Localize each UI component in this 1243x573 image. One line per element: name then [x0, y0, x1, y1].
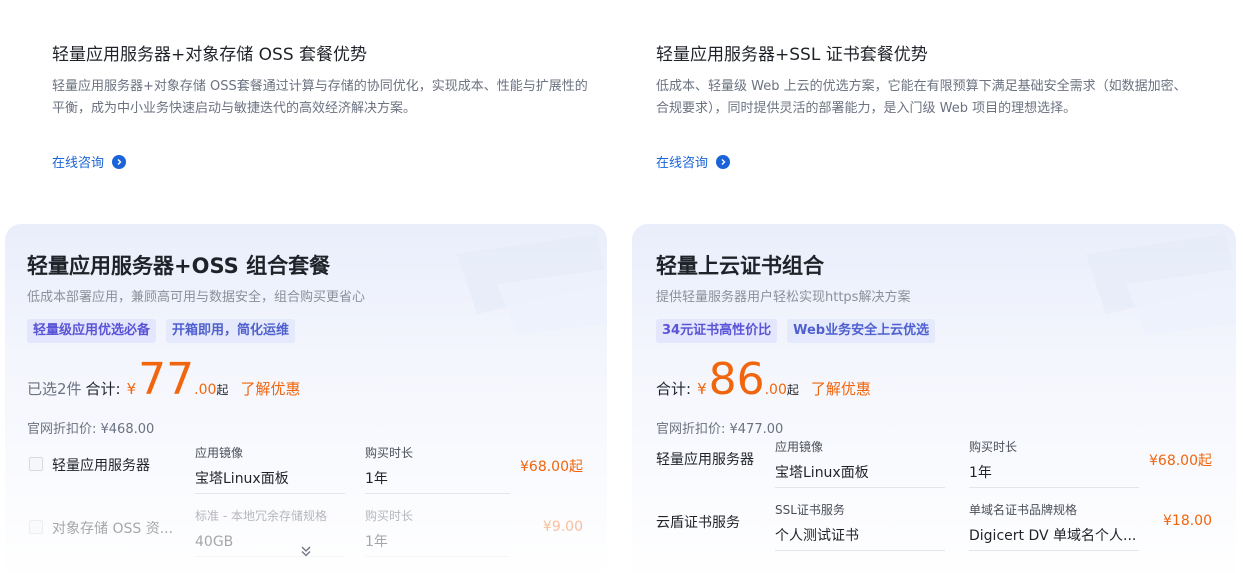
price-decimal: .00	[764, 382, 787, 398]
consult-link[interactable]: 在线咨询	[52, 152, 127, 171]
field-label: 单域名证书品牌规格	[969, 503, 1078, 517]
field-label: 购买时长	[365, 446, 414, 460]
item-checkbox[interactable]	[29, 520, 43, 534]
field-value: Digicert DV 单域名个人...	[969, 525, 1139, 551]
currency-symbol: ¥	[697, 380, 707, 398]
decorative-pattern	[457, 234, 607, 334]
tag: 34元证书高性价比	[656, 319, 778, 343]
total-label: 合计:	[85, 380, 121, 398]
item-checkbox[interactable]	[29, 457, 43, 471]
item-name: 对象存储 OSS 资...	[52, 521, 174, 537]
advantage-desc: 低成本、轻量级 Web 上云的优选方案，它能在有限预算下满足基础安全需求（如数据…	[656, 79, 1187, 116]
selected-count: 已选2件	[27, 380, 82, 398]
promo-link[interactable]: 了解优惠	[811, 378, 871, 399]
bundle-card-ssl: 轻量上云证书组合 提供轻量服务器用户轻松实现https解决方案 34元证书高性价…	[632, 224, 1236, 573]
card-title: 轻量上云证书组合	[656, 254, 824, 278]
cert-brand-field[interactable]: 单域名证书品牌规格 Digicert DV 单域名个人...	[969, 501, 1139, 551]
field-value: 1年	[365, 468, 510, 494]
field-label: 购买时长	[969, 440, 1018, 454]
field-value: 宝塔Linux面板	[775, 462, 945, 488]
item-price: ¥68.00起	[1149, 453, 1212, 469]
tag: Web业务安全上云优选	[787, 319, 936, 343]
item-name: 轻量应用服务器	[656, 452, 754, 468]
field-label: 应用镜像	[195, 446, 244, 460]
card-subtitle: 低成本部署应用，兼顾高可用与数据安全，组合购买更省心	[27, 290, 366, 305]
advantage-title: 轻量应用服务器+对象存储 OSS 套餐优势	[52, 45, 368, 65]
bundle-card-oss: 轻量应用服务器+OSS 组合套餐 低成本部署应用，兼顾高可用与数据安全，组合购买…	[5, 224, 607, 573]
price-summary: 已选2件 合计: ¥ 77 .00 起 了解优惠	[27, 356, 300, 404]
field-value: 1年	[969, 462, 1139, 488]
price-summary: 合计: ¥ 86 .00 起 了解优惠	[656, 356, 871, 404]
consult-link[interactable]: 在线咨询	[656, 152, 731, 171]
ssl-service-field[interactable]: SSL证书服务 个人测试证书	[775, 501, 945, 551]
price-suffix: 起	[786, 383, 799, 397]
bundle-item: 轻量应用服务器 应用镜像 宝塔Linux面板 购买时长 1年 ¥68.00起	[632, 438, 1236, 500]
price-integer: 86	[708, 354, 765, 405]
original-price: 官网折扣价: ¥477.00	[656, 422, 784, 437]
bundle-item: 轻量应用服务器 应用镜像 宝塔Linux面板 购买时长 1年 ¥68.00起	[5, 444, 607, 506]
double-chevron-down-icon[interactable]	[299, 544, 313, 558]
duration-field[interactable]: 购买时长 1年	[365, 444, 510, 494]
field-value: 宝塔Linux面板	[195, 468, 345, 494]
price-integer: 77	[138, 354, 195, 405]
field-value: 个人测试证书	[775, 525, 945, 551]
card-title: 轻量应用服务器+OSS 组合套餐	[27, 254, 331, 278]
field-label: 应用镜像	[775, 440, 824, 454]
field-label: 标准 - 本地冗余存储规格	[195, 509, 327, 523]
consult-link-label: 在线咨询	[656, 156, 709, 171]
item-price: ¥68.00起	[520, 459, 583, 475]
card-subtitle: 提供轻量服务器用户轻松实现https解决方案	[656, 290, 911, 305]
image-field[interactable]: 应用镜像 宝塔Linux面板	[775, 438, 945, 488]
tag: 开箱即用，简化运维	[166, 319, 296, 343]
field-label: SSL证书服务	[775, 503, 845, 517]
chevron-right-circle-icon	[112, 154, 127, 169]
currency-symbol: ¥	[126, 380, 137, 398]
bundle-item: 云盾证书服务 SSL证书服务 个人测试证书 单域名证书品牌规格 Digicert…	[632, 501, 1236, 563]
item-name: 云盾证书服务	[656, 515, 740, 531]
item-price: ¥9.00	[542, 519, 583, 535]
card-tags: 34元证书高性价比 Web业务安全上云优选	[656, 319, 936, 343]
total-label: 合计:	[656, 380, 692, 398]
tag: 轻量级应用优选必备	[27, 319, 157, 343]
consult-link-label: 在线咨询	[52, 156, 105, 171]
item-price: ¥18.00	[1163, 513, 1212, 529]
promo-link[interactable]: 了解优惠	[240, 378, 300, 399]
card-tags: 轻量级应用优选必备 开箱即用，简化运维	[27, 319, 296, 343]
price-decimal: .00	[194, 382, 217, 398]
chevron-right-circle-icon	[716, 154, 731, 169]
item-name: 轻量应用服务器	[52, 458, 150, 474]
advantage-desc: 轻量应用服务器+对象存储 OSS套餐通过计算与存储的协同优化，实现成本、性能与扩…	[52, 79, 588, 116]
price-suffix: 起	[216, 383, 229, 397]
decorative-pattern	[1086, 234, 1236, 334]
field-label: 购买时长	[365, 509, 414, 523]
duration-field[interactable]: 购买时长 1年	[969, 438, 1139, 488]
advantage-title: 轻量应用服务器+SSL 证书套餐优势	[656, 45, 928, 65]
original-price: 官网折扣价: ¥468.00	[27, 422, 155, 437]
image-field[interactable]: 应用镜像 宝塔Linux面板	[195, 444, 345, 494]
